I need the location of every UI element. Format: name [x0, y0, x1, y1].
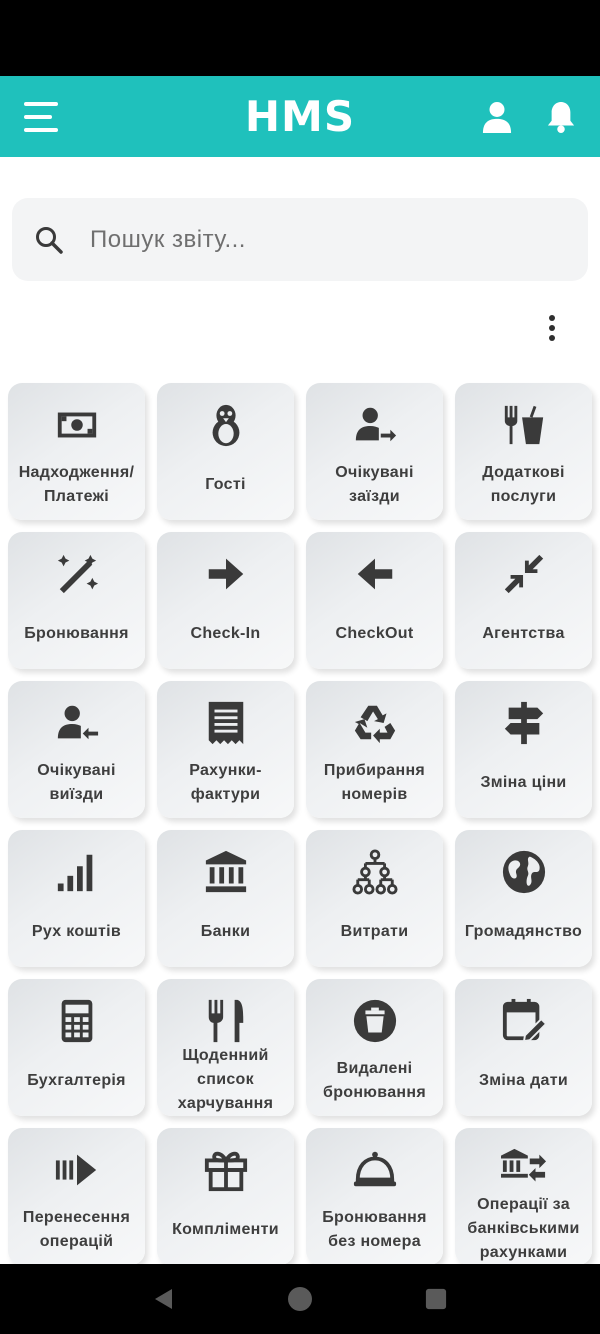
tile-date-change[interactable]: Зміна дати — [455, 979, 592, 1116]
tile-label: Надходження/ Платежі — [18, 463, 135, 505]
tile-label: Компліменти — [172, 1220, 279, 1238]
bank-transfer-icon — [500, 1146, 548, 1193]
hierarchy-icon — [351, 848, 399, 896]
user-arrow-right-icon — [351, 401, 399, 449]
tile-label: Громадянство — [464, 922, 583, 940]
tile-booking-without-room[interactable]: Бронювання без номера — [306, 1128, 443, 1264]
tile-bank-account-operations[interactable]: Операції за банківськими рахунками — [455, 1128, 592, 1264]
tile-label: Очікувані виїзди — [37, 761, 116, 803]
tile-bookings[interactable]: Бронювання — [8, 532, 145, 669]
penguin-icon — [202, 401, 250, 449]
gift-icon — [202, 1146, 250, 1194]
tile-label: Бронювання без номера — [322, 1208, 427, 1250]
report-grid: Надходження/ Платежі Гості Очікувані заї… — [8, 383, 596, 1264]
tile-check-in[interactable]: Check-In — [157, 532, 294, 669]
recents-square-icon[interactable] — [423, 1286, 449, 1312]
tile-label: CheckOut — [335, 624, 414, 642]
tile-cash-flow[interactable]: Рух коштів — [8, 830, 145, 967]
tile-label: Банки — [200, 922, 251, 940]
tile-label: Рахунки- фактури — [189, 761, 262, 803]
tile-compliments[interactable]: Компліменти — [157, 1128, 294, 1264]
tile-label: Зміна ціни — [480, 773, 567, 791]
tile-extra-services[interactable]: Додаткові послуги — [455, 383, 592, 520]
tile-payments[interactable]: Надходження/ Платежі — [8, 383, 145, 520]
receipt-icon — [202, 699, 250, 747]
tile-label: Очікувані заїзди — [335, 463, 414, 505]
bank-icon — [202, 848, 250, 896]
tile-label: Операції за банківськими рахунками — [467, 1196, 580, 1261]
utensils-icon — [202, 997, 250, 1044]
tile-check-out[interactable]: CheckOut — [306, 532, 443, 669]
tile-label: Гості — [205, 475, 246, 493]
money-icon — [53, 401, 101, 449]
tile-banks[interactable]: Банки — [157, 830, 294, 967]
back-triangle-icon[interactable] — [151, 1286, 177, 1312]
tile-expenses[interactable]: Витрати — [306, 830, 443, 967]
signal-bars-icon — [53, 848, 101, 896]
tile-housekeeping[interactable]: Прибирання номерів — [306, 681, 443, 818]
tile-label: Рух коштів — [31, 922, 122, 940]
arrow-left-icon — [351, 550, 399, 598]
tile-label: Видалені бронювання — [323, 1059, 426, 1101]
tile-expected-arrivals[interactable]: Очікувані заїзди — [306, 383, 443, 520]
recycle-icon — [351, 699, 399, 747]
tile-accounting[interactable]: Бухгалтерія — [8, 979, 145, 1116]
fork-cup-icon — [500, 401, 548, 449]
calendar-edit-icon — [500, 997, 548, 1045]
magic-wand-icon — [53, 550, 101, 598]
system-navigation-bar — [0, 1264, 600, 1334]
tile-expected-departures[interactable]: Очікувані виїзди — [8, 681, 145, 818]
tile-agencies[interactable]: Агентства — [455, 532, 592, 669]
tile-label: Витрати — [340, 922, 409, 940]
tile-price-change[interactable]: Зміна ціни — [455, 681, 592, 818]
tile-label: Зміна дати — [478, 1071, 569, 1089]
globe-icon — [500, 848, 548, 896]
tile-label: Бухгалтерія — [27, 1071, 126, 1089]
tile-label: Агентства — [482, 624, 565, 642]
tile-label: Бронювання — [24, 624, 129, 642]
tile-label: Додаткові послуги — [482, 463, 565, 505]
home-circle-icon[interactable] — [287, 1286, 313, 1312]
tile-label: Прибирання номерів — [323, 761, 426, 803]
person-icon[interactable] — [480, 98, 514, 136]
tile-guests[interactable]: Гості — [157, 383, 294, 520]
tile-label: Перенесення операцій — [22, 1208, 131, 1250]
arrow-right-icon — [202, 550, 250, 598]
tile-label: Check-In — [190, 624, 261, 642]
calculator-icon — [53, 997, 101, 1045]
tile-daily-meal-list[interactable]: Щоденний список харчування — [157, 979, 294, 1116]
tile-citizenship[interactable]: Громадянство — [455, 830, 592, 967]
forward-bars-icon — [53, 1146, 101, 1194]
tile-invoices[interactable]: Рахунки- фактури — [157, 681, 294, 818]
tile-transfer-operations[interactable]: Перенесення операцій — [8, 1128, 145, 1264]
trash-circle-icon — [351, 997, 399, 1045]
tile-deleted-bookings[interactable]: Видалені бронювання — [306, 979, 443, 1116]
user-arrow-left-icon — [53, 699, 101, 747]
compress-icon — [500, 550, 548, 598]
signpost-icon — [500, 699, 548, 747]
tile-label: Щоденний список харчування — [177, 1047, 274, 1112]
cloche-icon — [351, 1146, 399, 1194]
bell-icon[interactable] — [544, 98, 578, 136]
